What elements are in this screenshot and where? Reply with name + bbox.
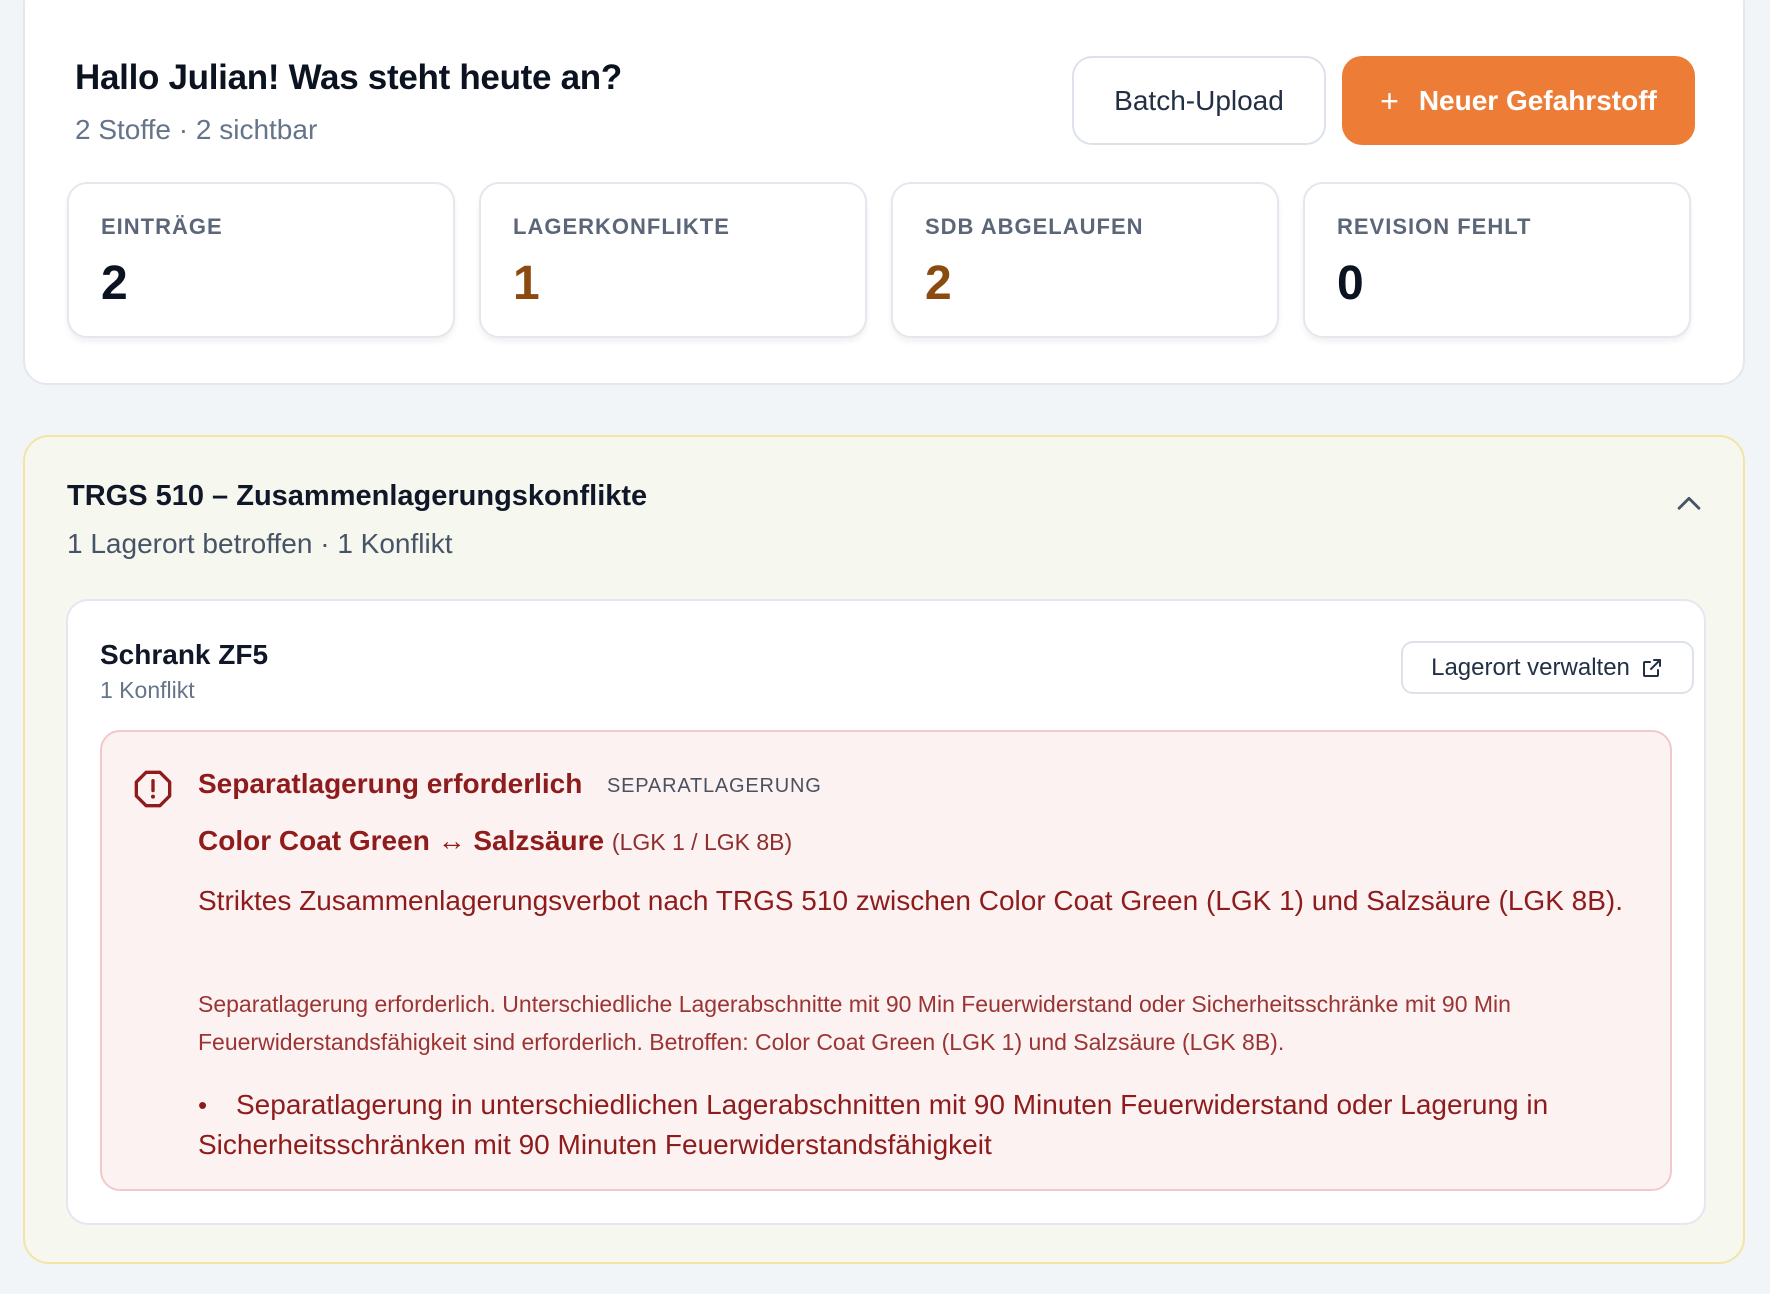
external-link-icon <box>1642 658 1661 677</box>
trgs-title: TRGS 510 – Zusammenlagerungskonflikte <box>67 480 648 512</box>
manage-location-label: Lagerort verwalten <box>1431 653 1630 681</box>
plus-icon: + <box>1380 82 1399 119</box>
stat-label: SDB ABGELAUFEN <box>925 214 1144 239</box>
stat-value: 0 <box>1337 257 1364 310</box>
stat-value: 1 <box>513 257 540 310</box>
measures-list: • Separatlagerung in unterschiedlichen La… <box>198 1085 1638 1165</box>
location-conflict-count: 1 Konflikt <box>100 677 195 703</box>
location-name: Schrank ZF5 <box>100 639 269 670</box>
bullet-icon: • <box>198 1090 208 1120</box>
stat-label: REVISION FEHLT <box>1337 214 1532 239</box>
stat-card-revision-missing[interactable]: REVISION FEHLT 0 <box>1303 182 1691 338</box>
batch-upload-button[interactable]: Batch-Upload <box>1072 56 1326 145</box>
new-substance-button[interactable]: + Neuer Gefahrstoff <box>1342 56 1695 145</box>
alert-octagon-icon <box>134 770 172 808</box>
manage-location-button[interactable]: Lagerort verwalten <box>1401 641 1694 694</box>
trgs-conflicts-panel: TRGS 510 – Zusammenlagerungskonflikte 1 … <box>23 435 1745 1264</box>
list-item: • Separatlagerung in unterschiedlichen La… <box>198 1085 1638 1165</box>
conflict-type-badge: SEPARATLAGERUNG <box>607 775 822 797</box>
stat-card-storage-conflicts[interactable]: LAGERKONFLIKTE 1 <box>479 182 867 338</box>
conflict-alert: Separatlagerung erforderlich SEPARATLAGE… <box>100 730 1672 1191</box>
dashboard-page: Hallo Julian! Was steht heute an? 2 Stof… <box>0 0 1770 1294</box>
page-title: Hallo Julian! Was steht heute an? <box>75 58 622 97</box>
chevron-up-icon[interactable] <box>1672 487 1706 521</box>
substance-count: 2 Stoffe · 2 sichtbar <box>75 114 318 145</box>
left-right-arrow-icon: ↔ <box>437 825 466 856</box>
stat-card-entries[interactable]: EINTRÄGE 2 <box>67 182 455 338</box>
new-substance-label: Neuer Gefahrstoff <box>1418 84 1657 116</box>
stat-value: 2 <box>101 257 128 310</box>
storage-location-card: Schrank ZF5 1 Konflikt Lagerort verwalte… <box>66 599 1706 1225</box>
stat-card-sds-expired[interactable]: SDB ABGELAUFEN 2 <box>891 182 1279 338</box>
stat-label: LAGERKONFLIKTE <box>513 214 730 239</box>
substance-b: Salzsäure <box>473 825 605 856</box>
conflict-title: Separatlagerung erforderlich <box>198 768 583 799</box>
conflict-description: Striktes Zusammenlagerungsverbot nach TR… <box>198 885 1624 916</box>
stat-label: EINTRÄGE <box>101 214 223 239</box>
stat-value: 2 <box>925 257 952 310</box>
measure-text: Separatlagerung in unterschiedlichen Lag… <box>198 1089 1549 1160</box>
conflict-substance-pair: Color Coat Green ↔ Salzsäure (LGK 1 / LG… <box>198 825 792 857</box>
storage-class-pair: (LGK 1 / LGK 8B) <box>611 829 793 855</box>
trgs-summary: 1 Lagerort betroffen · 1 Konflikt <box>67 528 453 559</box>
overview-card: Hallo Julian! Was steht heute an? 2 Stof… <box>23 0 1745 385</box>
conflict-detail: Separatlagerung erforderlich. Unterschie… <box>198 991 1511 1055</box>
substance-a: Color Coat Green <box>198 825 430 856</box>
